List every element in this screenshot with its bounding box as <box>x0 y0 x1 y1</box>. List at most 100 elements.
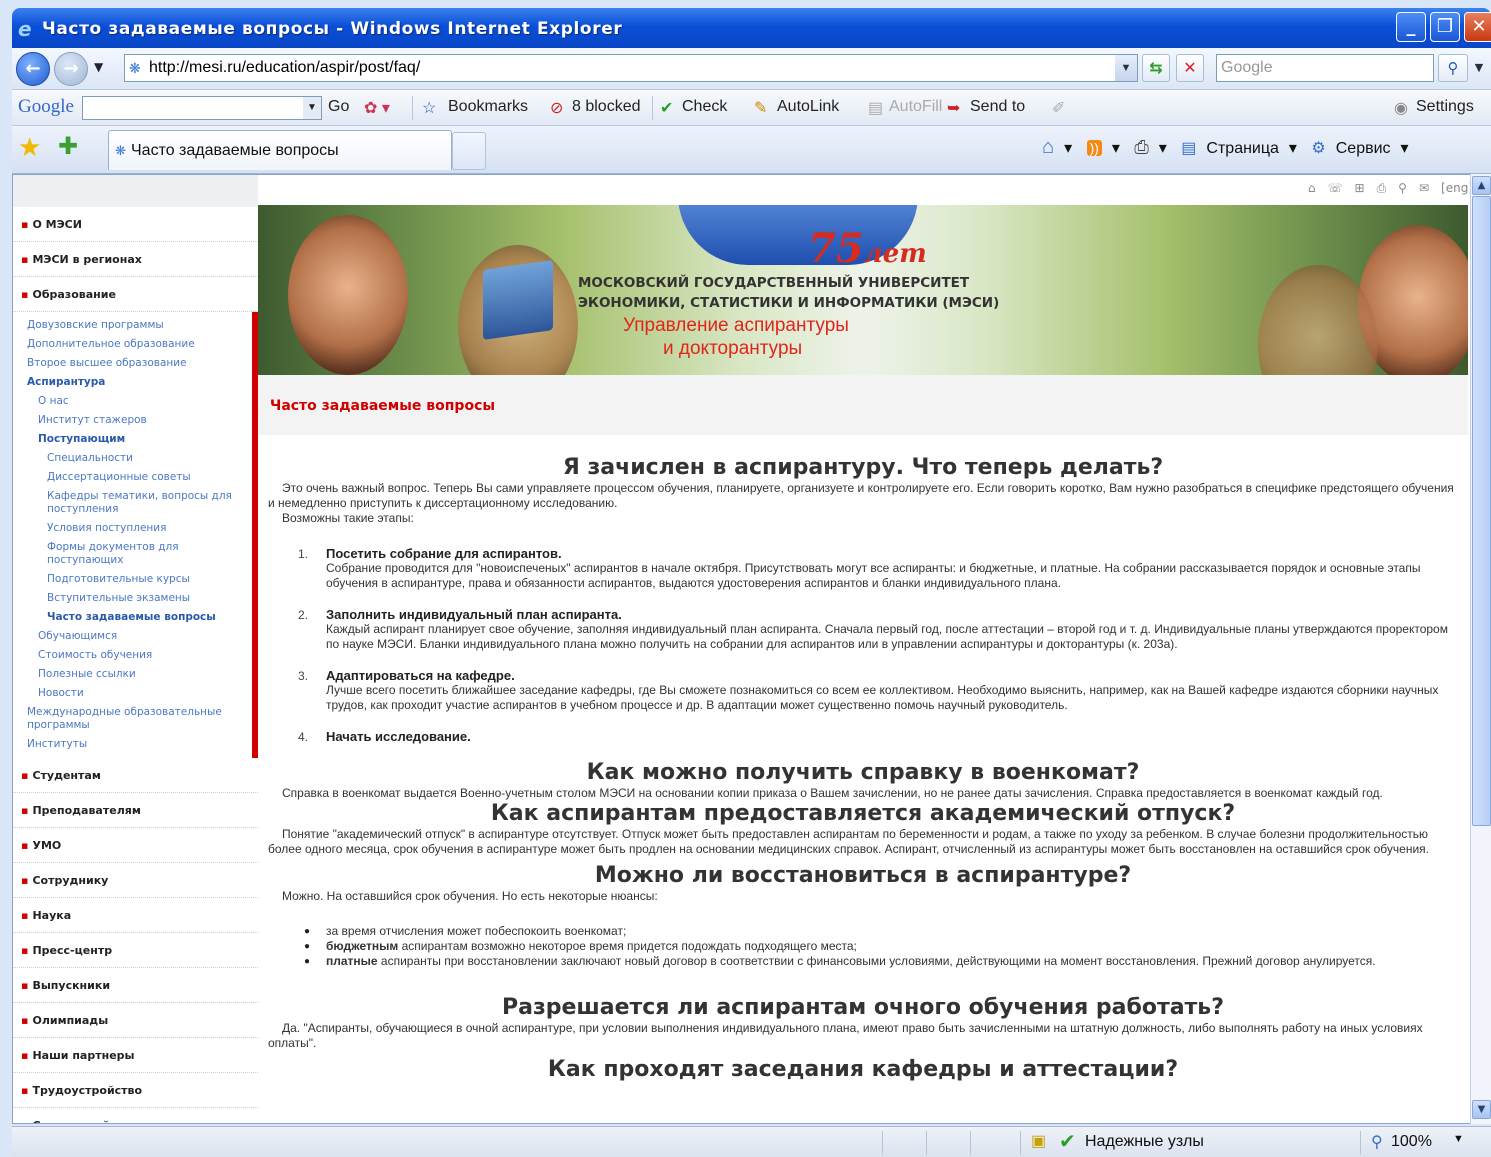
english-link[interactable]: [eng] <box>1441 181 1473 195</box>
autofill-button[interactable]: AutoFill <box>889 98 942 116</box>
sidebar-item[interactable]: ▪ Наука <box>13 898 258 933</box>
autolink-button[interactable]: AutoLink <box>777 98 839 116</box>
back-button[interactable]: ← <box>16 52 50 86</box>
zoom-dropdown[interactable]: ▼ <box>1453 1133 1464 1145</box>
bookmarks-button[interactable]: Bookmarks <box>448 98 528 116</box>
recent-pages-dropdown[interactable]: ▼ <box>94 60 103 74</box>
popup-blocker-icon: ⊘ <box>550 100 564 117</box>
subnav-link[interactable]: Международные образовательные программы <box>13 703 252 735</box>
subnav-link[interactable]: Институты <box>13 735 252 754</box>
url-field[interactable]: ❋ http://mesi.ru/education/aspir/post/fa… <box>124 54 1138 82</box>
scroll-up-arrow[interactable]: ▲ <box>1472 176 1491 195</box>
sidebar-item-label: Спортивный менеджмент <box>32 1119 195 1123</box>
subnav-link[interactable]: Второе высшее образование <box>13 354 252 373</box>
sidebar-item[interactable]: ▪ МЭСИ в регионах <box>13 242 258 277</box>
subnav-link[interactable]: Довузовские программы <box>13 316 252 335</box>
subnav-link[interactable]: Вступительные экзамены <box>13 589 252 608</box>
forward-button[interactable]: → <box>54 52 88 86</box>
home-icon[interactable]: ⌂ <box>1308 181 1328 195</box>
highlight-icon[interactable]: ✐ <box>1052 98 1065 118</box>
subnav-link[interactable]: Специальности <box>13 449 252 468</box>
minimize-button[interactable]: _ <box>1396 12 1426 42</box>
subnav-link[interactable]: Институт стажеров <box>13 411 252 430</box>
home-dropdown[interactable]: ▾ <box>1064 138 1072 158</box>
sidebar-item[interactable]: ▪ Спортивный менеджмент <box>13 1108 258 1123</box>
print-icon[interactable]: ⎙ <box>1377 181 1399 195</box>
service-dropdown[interactable]: ▾ <box>1401 138 1409 158</box>
tab-faq[interactable]: ❋ Часто задаваемые вопросы <box>108 130 452 170</box>
phone-icon[interactable]: ☏ <box>1327 181 1354 195</box>
page-icon: ❋ <box>129 60 141 76</box>
search-icon[interactable]: ⚲ <box>1398 181 1419 195</box>
google-search-input[interactable]: ▼ <box>82 96 322 120</box>
blocked-button[interactable]: 8 blocked <box>572 98 641 116</box>
subnav-link[interactable]: Полезные ссылки <box>13 665 252 684</box>
search-input[interactable]: Google <box>1216 54 1434 82</box>
sidebar-item[interactable]: ▪ Наши партнеры <box>13 1038 258 1073</box>
sidebar-item[interactable]: ▪ Образование <box>13 277 258 312</box>
subnav-link[interactable]: Формы документов для поступающих <box>13 538 252 570</box>
url-dropdown[interactable]: ▼ <box>1115 55 1137 81</box>
subnav-link[interactable]: Стоимость обучения <box>13 646 252 665</box>
go-button[interactable]: Go <box>328 98 349 116</box>
maximize-button[interactable]: ❐ <box>1430 12 1460 42</box>
university-logo[interactable] <box>483 260 553 340</box>
page-menu[interactable]: Страница <box>1206 140 1279 158</box>
sidebar-item[interactable]: ▪ О МЭСИ <box>13 207 258 242</box>
sidebar-item[interactable]: ▪ Преподавателям <box>13 793 258 828</box>
search-icon[interactable]: ⚲ <box>1438 54 1468 82</box>
close-button[interactable]: ✕ <box>1464 12 1491 42</box>
stop-icon[interactable]: ✕ <box>1176 54 1204 82</box>
sidebar-item[interactable]: ▪ Олимпиады <box>13 1003 258 1038</box>
scroll-down-arrow[interactable]: ▼ <box>1472 1100 1491 1119</box>
print-icon[interactable]: ⎙ <box>1134 137 1148 158</box>
sidebar-item[interactable]: ▪ Трудоустройство <box>13 1073 258 1108</box>
rss-dropdown[interactable]: ▾ <box>1112 138 1120 158</box>
mail-icon[interactable]: ✉ <box>1419 181 1441 195</box>
sidebar-item[interactable]: ▪ Выпускники <box>13 968 258 1003</box>
add-favorite-icon[interactable]: ✚ <box>58 132 78 161</box>
favorites-star-icon[interactable]: ★ <box>18 132 41 163</box>
settings-button[interactable]: Settings <box>1416 98 1474 116</box>
subnav-link[interactable]: Новости <box>13 684 252 703</box>
refresh-icon[interactable]: ⇆ <box>1142 54 1170 82</box>
google-dropdown-icon[interactable]: ▼ <box>303 97 321 119</box>
subnav-link[interactable]: Аспирантура <box>13 373 252 392</box>
subnav-link[interactable]: Поступающим <box>13 430 252 449</box>
check-button[interactable]: Check <box>682 98 727 116</box>
question-heading: Разрешается ли аспирантам очного обучени… <box>502 995 1224 1020</box>
search-options-dropdown[interactable]: ▼ <box>1470 54 1488 82</box>
subnav-link[interactable]: Дополнительное образование <box>13 335 252 354</box>
bullet-icon: ▪ <box>21 218 29 231</box>
page-dropdown[interactable]: ▾ <box>1289 138 1297 158</box>
subnav-link[interactable]: О нас <box>13 392 252 411</box>
addons-icon[interactable]: ✿ ▾ <box>364 98 390 118</box>
subnav-link[interactable]: Часто задаваемые вопросы <box>13 608 252 627</box>
vertical-scrollbar[interactable]: ▲ ▼ <box>1470 174 1491 1124</box>
zoom-level[interactable]: 100% <box>1391 1133 1432 1151</box>
question-heading: Как можно получить справку в военкомат? <box>586 760 1140 785</box>
sidebar-item[interactable]: ▪ Сотруднику <box>13 863 258 898</box>
step-number: 1. <box>298 547 309 561</box>
title-bar: e Часто задаваемые вопросы - Windows Int… <box>12 8 1491 48</box>
home-icon[interactable]: ⌂ <box>1042 136 1054 159</box>
page-heading-bar: Часто задаваемые вопросы <box>258 375 1468 435</box>
scroll-thumb[interactable] <box>1472 196 1491 826</box>
question-heading: Как аспирантам предоставляется академиче… <box>490 801 1236 826</box>
subnav-link[interactable]: Обучающимся <box>13 627 252 646</box>
sendto-button[interactable]: Send to <box>970 98 1025 116</box>
subnav-link[interactable]: Условия поступления <box>13 519 252 538</box>
new-tab-button[interactable] <box>452 132 486 170</box>
sidebar-item[interactable]: ▪ Пресс-центр <box>13 933 258 968</box>
subnav-link[interactable]: Подготовительные курсы <box>13 570 252 589</box>
sitemap-icon[interactable]: ⊞ <box>1355 181 1377 195</box>
service-menu[interactable]: Сервис <box>1336 140 1391 158</box>
security-zone[interactable]: Надежные узлы <box>1085 1133 1204 1151</box>
subnav-link[interactable]: Кафедры тематики, вопросы для поступлени… <box>13 487 252 519</box>
print-dropdown[interactable]: ▾ <box>1159 138 1167 158</box>
subnav-link[interactable]: Диссертационные советы <box>13 468 252 487</box>
rss-icon[interactable]: )) <box>1086 140 1102 156</box>
bullet-icon: ▪ <box>21 1084 29 1097</box>
sidebar-item[interactable]: ▪ Студентам <box>13 758 258 793</box>
sidebar-item[interactable]: ▪ УМО <box>13 828 258 863</box>
